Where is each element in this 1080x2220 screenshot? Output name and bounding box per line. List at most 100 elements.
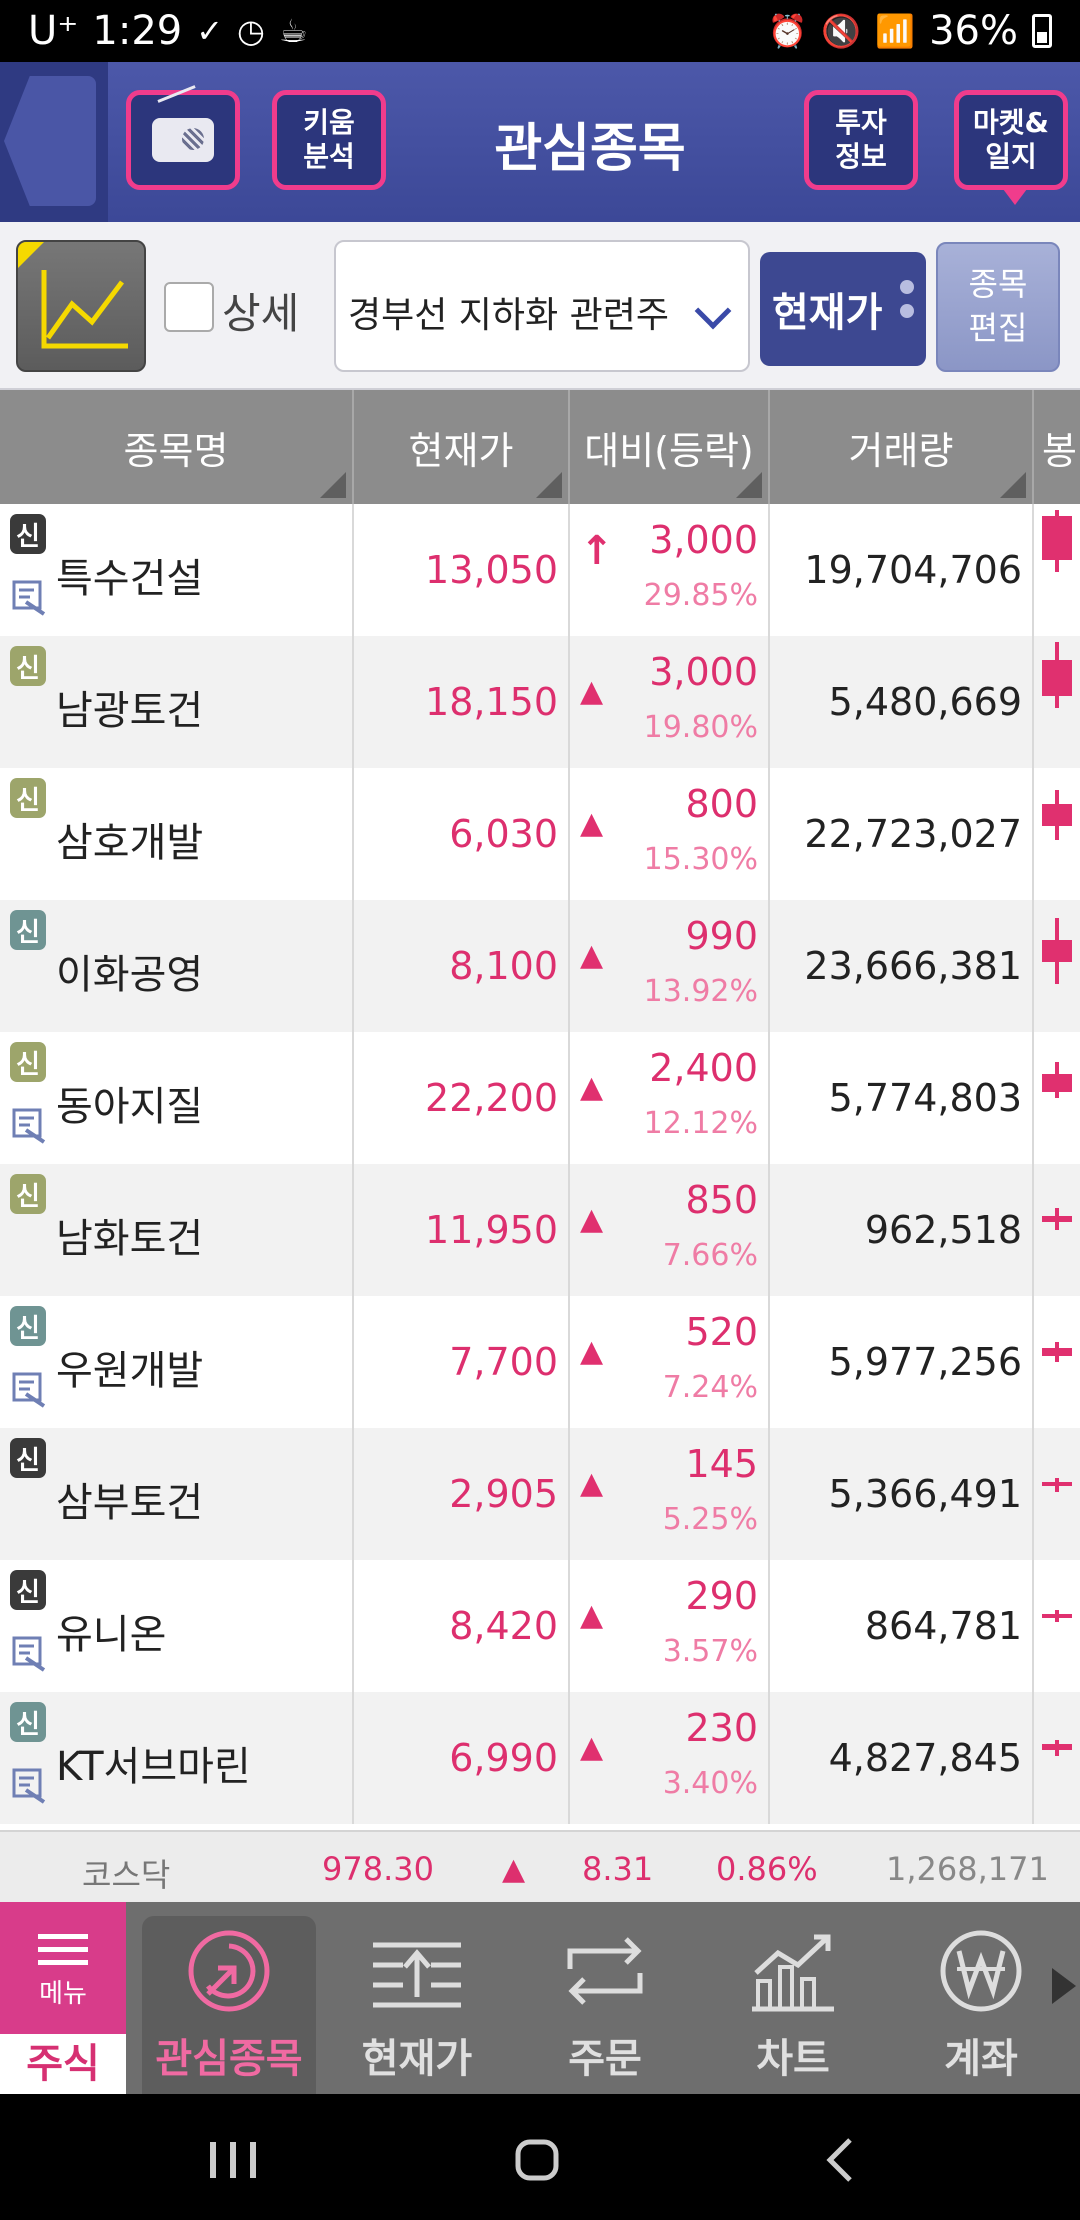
stock-row[interactable]: 신 삼호개발 6,030 ▲ 800 15.30% 22,723,027 bbox=[0, 768, 1080, 900]
stock-price: 22,200 bbox=[425, 1076, 558, 1120]
candle-body bbox=[1042, 1216, 1072, 1222]
stock-name: 특수건설 bbox=[56, 556, 204, 602]
stock-row[interactable]: 신 이화공영 8,100 ▲ 990 13.92% 23,666,381 bbox=[0, 900, 1080, 1032]
stock-row[interactable]: 신 동아지질 22,200 ▲ 2,400 12.12% 5,774,803 bbox=[0, 1032, 1080, 1164]
carrier-label: U⁺ bbox=[28, 8, 79, 54]
stock-volume: 864,781 bbox=[864, 1604, 1022, 1648]
more-dots-icon bbox=[900, 280, 914, 318]
stock-name: KT서브마린 bbox=[56, 1744, 251, 1790]
col-header-candle-label: 봉 bbox=[1042, 428, 1077, 473]
investment-info-button[interactable]: 투자 정보 bbox=[804, 90, 918, 190]
menu-label: 메뉴 bbox=[39, 1979, 87, 2009]
market-journal-label: 마켓& 일지 bbox=[973, 106, 1049, 173]
sort-corner-icon bbox=[320, 472, 346, 498]
mini-chart-toggle[interactable] bbox=[16, 240, 146, 372]
nav-order[interactable]: 주문 bbox=[518, 1916, 692, 2094]
candle-body bbox=[1042, 1744, 1072, 1750]
up-arrow-icon: ↑ bbox=[580, 528, 614, 574]
table-header: 종목명 현재가 대비(등락) 거래량 봉 bbox=[0, 390, 1080, 504]
back-area bbox=[0, 62, 108, 222]
line-chart-icon bbox=[41, 270, 128, 349]
credit-badge: 신 bbox=[10, 1570, 46, 1610]
up-arrow-icon: ▲ bbox=[580, 1070, 604, 1105]
up-arrow-icon: ▲ bbox=[580, 1334, 604, 1369]
stock-row[interactable]: 신 남화토건 11,950 ▲ 850 7.66% 962,518 bbox=[0, 1164, 1080, 1296]
app-root: U⁺ 1:29 ✓ ◷ ☕ ⏰ 🔇 📶 36% 키움 분석 관심종목 투자 정보 bbox=[0, 0, 1080, 2220]
stock-tab[interactable]: 주식 bbox=[0, 2034, 126, 2094]
nav-current-price-label: 현재가 bbox=[361, 2036, 473, 2082]
index-volume: 1,268,171 bbox=[886, 1850, 1049, 1888]
stock-change-pct: 19.80% bbox=[643, 710, 758, 745]
nav-watchlist[interactable]: 관심종목 bbox=[142, 1916, 316, 2094]
up-arrow-icon: ▲ bbox=[580, 1466, 604, 1501]
nav-current-price[interactable]: 현재가 bbox=[330, 1916, 504, 2094]
order-icon bbox=[567, 1937, 643, 2005]
stock-name: 삼부토건 bbox=[56, 1480, 204, 1526]
timer-icon: ◷ bbox=[237, 12, 265, 50]
nav-chart[interactable]: 차트 bbox=[706, 1916, 880, 2094]
current-price-icon bbox=[373, 1942, 461, 2008]
col-header-name-label: 종목명 bbox=[123, 428, 229, 473]
back-nav-icon[interactable] bbox=[826, 2138, 852, 2182]
stock-volume: 23,666,381 bbox=[804, 944, 1022, 988]
stock-row[interactable]: 신 우원개발 7,700 ▲ 520 7.24% 5,977,256 bbox=[0, 1296, 1080, 1428]
stock-row[interactable]: 신 남광토건 18,150 ▲ 3,000 19.80% 5,480,669 bbox=[0, 636, 1080, 768]
stock-volume: 5,977,256 bbox=[828, 1340, 1022, 1384]
edit-stocks-button[interactable]: 종목 편집 bbox=[936, 242, 1060, 372]
hamburger-icon bbox=[38, 1926, 88, 1973]
up-arrow-icon: ▲ bbox=[580, 1598, 604, 1633]
detail-checkbox[interactable] bbox=[164, 282, 214, 332]
stock-row[interactable]: 신 특수건설 13,050 ↑ 3,000 29.85% 19,704,706 bbox=[0, 504, 1080, 636]
stock-change-pct: 5.25% bbox=[662, 1502, 758, 1537]
market-journal-button[interactable]: 마켓& 일지 bbox=[954, 90, 1068, 205]
stock-volume: 4,827,845 bbox=[828, 1736, 1022, 1780]
col-header-change[interactable]: 대비(등락) bbox=[570, 390, 770, 504]
stock-change: 230 bbox=[685, 1706, 758, 1750]
stock-change-pct: 12.12% bbox=[643, 1106, 758, 1141]
kiwoom-analysis-button[interactable]: 키움 분석 bbox=[272, 90, 386, 190]
stock-change: 2,400 bbox=[649, 1046, 758, 1090]
back-button[interactable] bbox=[4, 76, 96, 206]
recent-apps-icon[interactable] bbox=[210, 2142, 256, 2178]
nav-next-arrow-icon[interactable] bbox=[1052, 1968, 1076, 2004]
stock-row[interactable]: 신 유니온 8,420 ▲ 290 3.57% 864,781 bbox=[0, 1560, 1080, 1692]
watchlist-group-select[interactable]: 경부선 지하화 관련주 bbox=[334, 240, 750, 372]
col-header-candle[interactable]: 봉 bbox=[1034, 390, 1080, 504]
stock-change-pct: 3.40% bbox=[662, 1766, 758, 1801]
candle-body bbox=[1042, 660, 1072, 696]
credit-badge: 신 bbox=[10, 1042, 46, 1082]
col-header-price[interactable]: 현재가 bbox=[354, 390, 570, 504]
radio-button[interactable] bbox=[126, 90, 240, 190]
detail-label: 상세 bbox=[222, 289, 300, 338]
account-won-icon bbox=[940, 1930, 1022, 2012]
price-mode-button[interactable]: 현재가 bbox=[760, 252, 926, 366]
col-header-change-label: 대비(등락) bbox=[584, 428, 754, 473]
memo-icon bbox=[12, 1636, 46, 1672]
candle-body bbox=[1042, 1348, 1072, 1356]
alarm-icon: ⏰ bbox=[767, 12, 808, 50]
stock-change-pct: 3.57% bbox=[662, 1634, 758, 1669]
stock-name: 남화토건 bbox=[56, 1216, 204, 1262]
stock-volume: 5,366,491 bbox=[828, 1472, 1022, 1516]
stock-change: 990 bbox=[685, 914, 758, 958]
sort-corner-icon bbox=[1000, 472, 1026, 498]
nav-chart-label: 차트 bbox=[756, 2036, 830, 2082]
stock-change: 850 bbox=[685, 1178, 758, 1222]
stock-row[interactable]: 신 삼부토건 2,905 ▲ 145 5.25% 5,366,491 bbox=[0, 1428, 1080, 1560]
credit-badge: 신 bbox=[10, 514, 46, 554]
sort-corner-icon bbox=[736, 472, 762, 498]
stock-change-pct: 13.92% bbox=[643, 974, 758, 1009]
menu-button[interactable]: 메뉴 bbox=[0, 1902, 126, 2034]
home-icon[interactable] bbox=[515, 2139, 559, 2181]
col-header-name[interactable]: 종목명 bbox=[0, 390, 354, 504]
up-arrow-icon: ▲ bbox=[580, 806, 604, 841]
stock-price: 8,100 bbox=[449, 944, 558, 988]
index-change: 8.31 bbox=[582, 1850, 654, 1888]
index-ticker[interactable]: 코스닥 978.30 ▲ 8.31 0.86% 1,268,171 bbox=[0, 1830, 1080, 1902]
stock-name: 삼호개발 bbox=[56, 820, 204, 866]
nav-account[interactable]: 계좌 bbox=[894, 1916, 1068, 2094]
stock-change: 290 bbox=[685, 1574, 758, 1618]
col-header-volume[interactable]: 거래량 bbox=[770, 390, 1034, 504]
candle-body bbox=[1042, 1482, 1072, 1486]
stock-row[interactable]: 신 KT서브마린 6,990 ▲ 230 3.40% 4,827,845 bbox=[0, 1692, 1080, 1824]
